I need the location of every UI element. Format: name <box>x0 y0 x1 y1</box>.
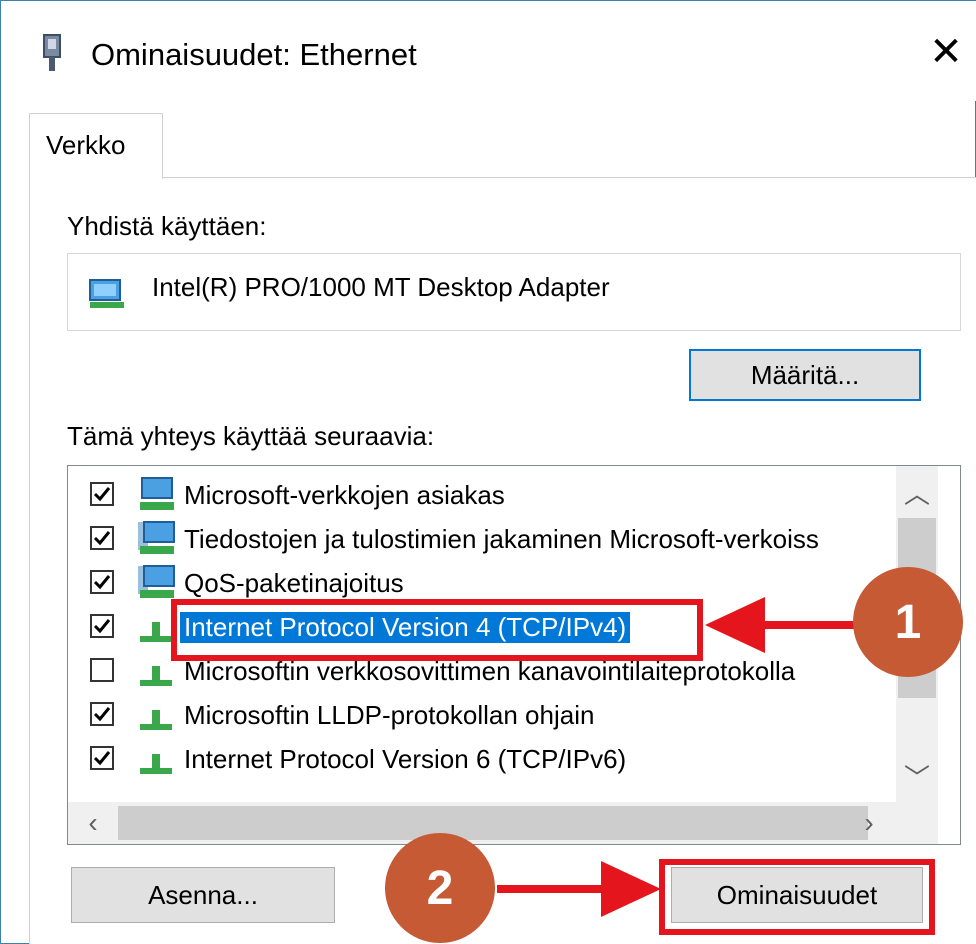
horizontal-scroll-thumb[interactable] <box>118 806 868 840</box>
arrow-1-head-icon <box>705 597 765 653</box>
adapter-box: Intel(R) PRO/1000 MT Desktop Adapter <box>67 253 961 331</box>
checkbox[interactable] <box>90 658 114 682</box>
list-item[interactable]: Microsoftin LLDP-protokollan ohjain <box>68 694 896 738</box>
list-item-label: Microsoftin LLDP-protokollan ohjain <box>184 700 595 730</box>
checkbox[interactable] <box>90 526 114 550</box>
protocol-icon <box>140 754 172 774</box>
network-adapter-icon <box>89 279 124 308</box>
horizontal-scrollbar[interactable]: ‹ › <box>68 802 938 844</box>
tab-verkko[interactable]: Verkko <box>29 113 163 179</box>
list-item-label: Tiedostojen ja tulostimien jakaminen Mic… <box>184 524 819 554</box>
tab-label: Verkko <box>46 130 126 160</box>
configure-button-label: Määritä... <box>750 359 860 390</box>
configure-button[interactable]: Määritä... <box>689 349 921 401</box>
title-bar[interactable]: Ominaisuudet: Ethernet ✕ <box>1 1 976 101</box>
checkbox[interactable] <box>90 746 114 770</box>
network-client-icon <box>140 477 174 510</box>
list-item[interactable]: Microsoft-verkkojen asiakas <box>68 474 896 518</box>
step-badge-1: 1 <box>853 567 963 677</box>
list-item-label: Internet Protocol Version 6 (TCP/IPv6) <box>184 744 627 774</box>
ethernet-icon <box>43 34 61 71</box>
scroll-down-icon[interactable]: ﹀ <box>896 756 938 796</box>
checkbox[interactable] <box>90 614 114 638</box>
list-item[interactable]: Internet Protocol Version 6 (TCP/IPv6) <box>68 738 896 782</box>
install-button-label: Asenna... <box>148 879 258 910</box>
close-icon: ✕ <box>929 30 963 74</box>
install-button[interactable]: Asenna... <box>71 867 335 923</box>
network-service-icon <box>138 565 175 598</box>
properties-window: Ominaisuudet: Ethernet ✕ Verkko Yhdistä … <box>0 0 976 944</box>
connect-using-label: Yhdistä käyttäen: <box>67 211 267 241</box>
arrow-1-shaft <box>753 621 863 629</box>
arrow-2-shaft <box>497 885 613 893</box>
step-badge-2: 2 <box>385 833 495 943</box>
list-item-label: QoS-paketinajoitus <box>184 568 404 598</box>
scroll-up-icon[interactable]: ︿ <box>896 472 938 512</box>
protocol-icon <box>140 710 172 730</box>
checkbox[interactable] <box>90 702 114 726</box>
network-service-icon <box>138 521 175 554</box>
highlight-properties <box>659 859 935 935</box>
list-item[interactable]: Tiedostojen ja tulostimien jakaminen Mic… <box>68 518 896 562</box>
components-label: Tämä yhteys käyttää seuraavia: <box>67 421 435 451</box>
adapter-name: Intel(R) PRO/1000 MT Desktop Adapter <box>152 272 610 302</box>
scroll-left-icon[interactable]: ‹ <box>72 802 114 844</box>
arrow-2-head-icon <box>601 861 661 917</box>
close-button[interactable]: ✕ <box>921 27 971 77</box>
checkbox[interactable] <box>90 570 114 594</box>
checkbox[interactable] <box>90 482 114 506</box>
list-item-label: Microsoft-verkkojen asiakas <box>184 480 505 510</box>
highlight-ipv4 <box>171 599 703 661</box>
scroll-right-icon[interactable]: › <box>848 802 890 844</box>
window-title: Ominaisuudet: Ethernet <box>91 37 417 72</box>
